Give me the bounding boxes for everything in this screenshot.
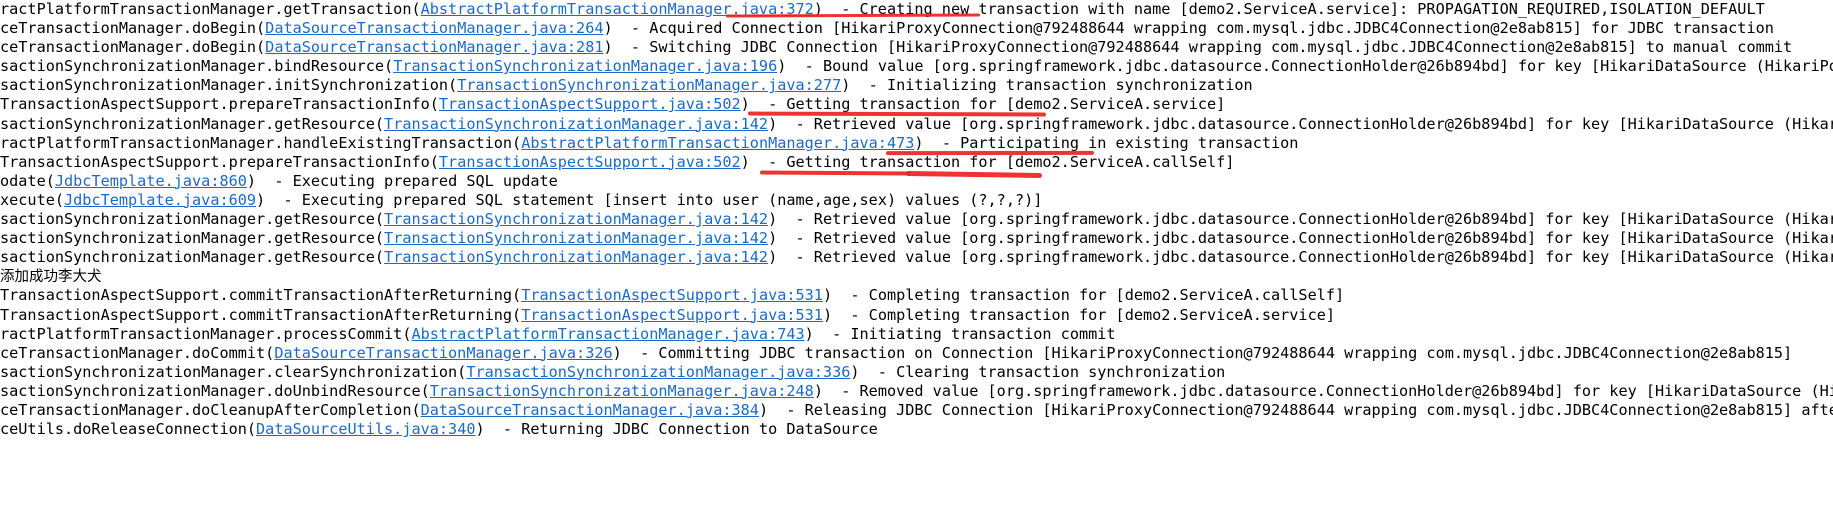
log-line: sactionSynchronizationManager.getResourc…: [0, 229, 1833, 248]
log-line: xecute(JdbcTemplate.java:609) - Executin…: [0, 191, 1833, 210]
log-line-message: ) - Clearing transaction synchronization: [850, 362, 1226, 381]
log-line-prefix: TransactionAspectSupport.prepareTransact…: [0, 152, 439, 171]
log-line: sactionSynchronizationManager.bindResour…: [0, 57, 1833, 76]
log-line-message: ) - Acquired Connection [HikariProxyConn…: [603, 19, 1774, 38]
log-source-link[interactable]: JdbcTemplate.java:860: [55, 172, 247, 190]
log-line-prefix: ceTransactionManager.doBegin(: [0, 38, 266, 57]
log-source-link[interactable]: TransactionSynchronizationManager.java:2…: [457, 76, 841, 94]
log-source-link[interactable]: TransactionSynchronizationManager.java:2…: [430, 382, 814, 400]
log-line-message: ) - Retrieved value [org.springframework…: [768, 210, 1833, 229]
log-line-message: ) - Getting transaction for [demo2.Servi…: [740, 152, 1235, 171]
log-line-message: ) - Retrieved value [org.springframework…: [768, 114, 1833, 133]
log-line: ceTransactionManager.doBegin(DataSourceT…: [0, 38, 1833, 57]
log-line-prefix: ractPlatformTransactionManager.processCo…: [0, 324, 412, 343]
log-line: sactionSynchronizationManager.getResourc…: [0, 210, 1833, 229]
log-line-message: ) - Bound value [org.springframework.jdb…: [777, 57, 1833, 76]
log-source-link[interactable]: TransactionAspectSupport.java:531: [521, 306, 823, 324]
log-line: ceTransactionManager.doCommit(DataSource…: [0, 344, 1833, 363]
log-line: TransactionAspectSupport.commitTransacti…: [0, 286, 1833, 305]
log-line-prefix: sactionSynchronizationManager.bindResour…: [0, 57, 394, 76]
log-line: ceTransactionManager.doBegin(DataSourceT…: [0, 19, 1833, 38]
log-line: odate(JdbcTemplate.java:860) - Executing…: [0, 172, 1833, 191]
log-line-message: ) - Executing prepared SQL statement [in…: [256, 190, 1043, 209]
log-source-link[interactable]: TransactionSynchronizationManager.java:1…: [384, 248, 768, 266]
log-line-prefix: ractPlatformTransactionManager.handleExi…: [0, 133, 522, 152]
log-line-message: ) - Committing JDBC transaction on Conne…: [612, 343, 1793, 362]
log-line-message: ) - Completing transaction for [demo2.Se…: [822, 305, 1335, 324]
log-source-link[interactable]: AbstractPlatformTransactionManager.java:…: [521, 134, 914, 152]
log-line-message: ) - Completing transaction for [demo2.Se…: [822, 286, 1345, 305]
log-line: sactionSynchronizationManager.clearSynch…: [0, 363, 1833, 382]
log-line-message: ) - Switching JDBC Connection [HikariPro…: [603, 38, 1793, 57]
log-line-prefix: sactionSynchronizationManager.getResourc…: [0, 210, 385, 229]
log-source-link[interactable]: DataSourceTransactionManager.java:264: [265, 19, 603, 37]
log-line-prefix: ceTransactionManager.doCommit(: [0, 343, 275, 362]
log-source-link[interactable]: DataSourceUtils.java:340: [256, 420, 475, 438]
console-log-panel[interactable]: ractPlatformTransactionManager.getTransa…: [0, 0, 1833, 523]
log-line-prefix: ceTransactionManager.doBegin(: [0, 19, 266, 38]
log-line-message: ) - Removed value [org.springframework.j…: [813, 381, 1833, 400]
log-line-prefix: sactionSynchronizationManager.getResourc…: [0, 248, 385, 267]
log-line: ractPlatformTransactionManager.getTransa…: [0, 0, 1833, 19]
log-line: ractPlatformTransactionManager.handleExi…: [0, 134, 1833, 153]
log-source-link[interactable]: TransactionAspectSupport.java:531: [521, 286, 823, 304]
log-source-link[interactable]: DataSourceTransactionManager.java:281: [265, 38, 603, 56]
log-line-message: ) - Creating new transaction with name […: [813, 0, 1765, 18]
log-source-link[interactable]: DataSourceTransactionManager.java:326: [274, 344, 612, 362]
log-source-link[interactable]: AbstractPlatformTransactionManager.java:…: [421, 0, 814, 18]
log-line-prefix: TransactionAspectSupport.commitTransacti…: [0, 305, 522, 324]
log-line-message: ) - Retrieved value [org.springframework…: [768, 229, 1833, 248]
log-line: sactionSynchronizationManager.getResourc…: [0, 248, 1833, 267]
log-line: 添加成功李大犬: [0, 267, 1833, 286]
log-source-link[interactable]: TransactionSynchronizationManager.java:1…: [384, 229, 768, 247]
log-source-link[interactable]: TransactionSynchronizationManager.java:3…: [466, 363, 850, 381]
log-line: ceUtils.doReleaseConnection(DataSourceUt…: [0, 420, 1833, 439]
log-source-link[interactable]: TransactionSynchronizationManager.java:1…: [384, 115, 768, 133]
log-line-message: ) - Participating in existing transactio…: [914, 133, 1299, 152]
log-line-prefix: ractPlatformTransactionManager.getTransa…: [0, 0, 421, 18]
log-source-link[interactable]: JdbcTemplate.java:609: [64, 191, 256, 209]
log-line-prefix: TransactionAspectSupport.prepareTransact…: [0, 95, 439, 114]
log-line-message: ) - Initiating transaction commit: [804, 324, 1116, 343]
log-line: TransactionAspectSupport.commitTransacti…: [0, 306, 1833, 325]
log-line: ceTransactionManager.doCleanupAfterCompl…: [0, 401, 1833, 420]
log-line-message: ) - Executing prepared SQL update: [246, 171, 558, 190]
log-line-prefix: sactionSynchronizationManager.clearSynch…: [0, 362, 467, 381]
log-line: sactionSynchronizationManager.getResourc…: [0, 115, 1833, 134]
log-line-container: ractPlatformTransactionManager.getTransa…: [0, 0, 1833, 439]
log-line-prefix: TransactionAspectSupport.commitTransacti…: [0, 286, 522, 305]
log-line-prefix: sactionSynchronizationManager.getResourc…: [0, 229, 385, 248]
log-line-message: ) - Releasing JDBC Connection [HikariPro…: [758, 400, 1833, 419]
log-line-app-output: 添加成功李大犬: [0, 269, 102, 286]
log-line-prefix: sactionSynchronizationManager.doUnbindRe…: [0, 381, 430, 400]
log-line-prefix: xecute(: [0, 190, 65, 209]
log-line-message: ) - Initializing transaction synchroniza…: [841, 76, 1253, 95]
log-line-message: ) - Returning JDBC Connection to DataSou…: [475, 420, 878, 439]
log-source-link[interactable]: DataSourceTransactionManager.java:384: [421, 401, 759, 419]
log-line: sactionSynchronizationManager.initSynchr…: [0, 76, 1833, 95]
log-line-prefix: ceTransactionManager.doCleanupAfterCompl…: [0, 400, 421, 419]
log-line: TransactionAspectSupport.prepareTransact…: [0, 95, 1833, 114]
log-line: sactionSynchronizationManager.doUnbindRe…: [0, 382, 1833, 401]
log-line-prefix: ceUtils.doReleaseConnection(: [0, 420, 257, 439]
log-source-link[interactable]: TransactionSynchronizationManager.java:1…: [393, 57, 777, 75]
log-line: TransactionAspectSupport.prepareTransact…: [0, 153, 1833, 172]
log-line-prefix: sactionSynchronizationManager.getResourc…: [0, 114, 385, 133]
log-line-message: ) - Getting transaction for [demo2.Servi…: [740, 95, 1226, 114]
log-source-link[interactable]: TransactionSynchronizationManager.java:1…: [384, 210, 768, 228]
log-line-message: ) - Retrieved value [org.springframework…: [768, 248, 1833, 267]
log-line-prefix: odate(: [0, 171, 55, 190]
log-source-link[interactable]: TransactionAspectSupport.java:502: [439, 153, 741, 171]
log-line-prefix: sactionSynchronizationManager.initSynchr…: [0, 76, 458, 95]
log-source-link[interactable]: TransactionAspectSupport.java:502: [439, 95, 741, 113]
log-line: ractPlatformTransactionManager.processCo…: [0, 325, 1833, 344]
log-source-link[interactable]: AbstractPlatformTransactionManager.java:…: [411, 325, 804, 343]
